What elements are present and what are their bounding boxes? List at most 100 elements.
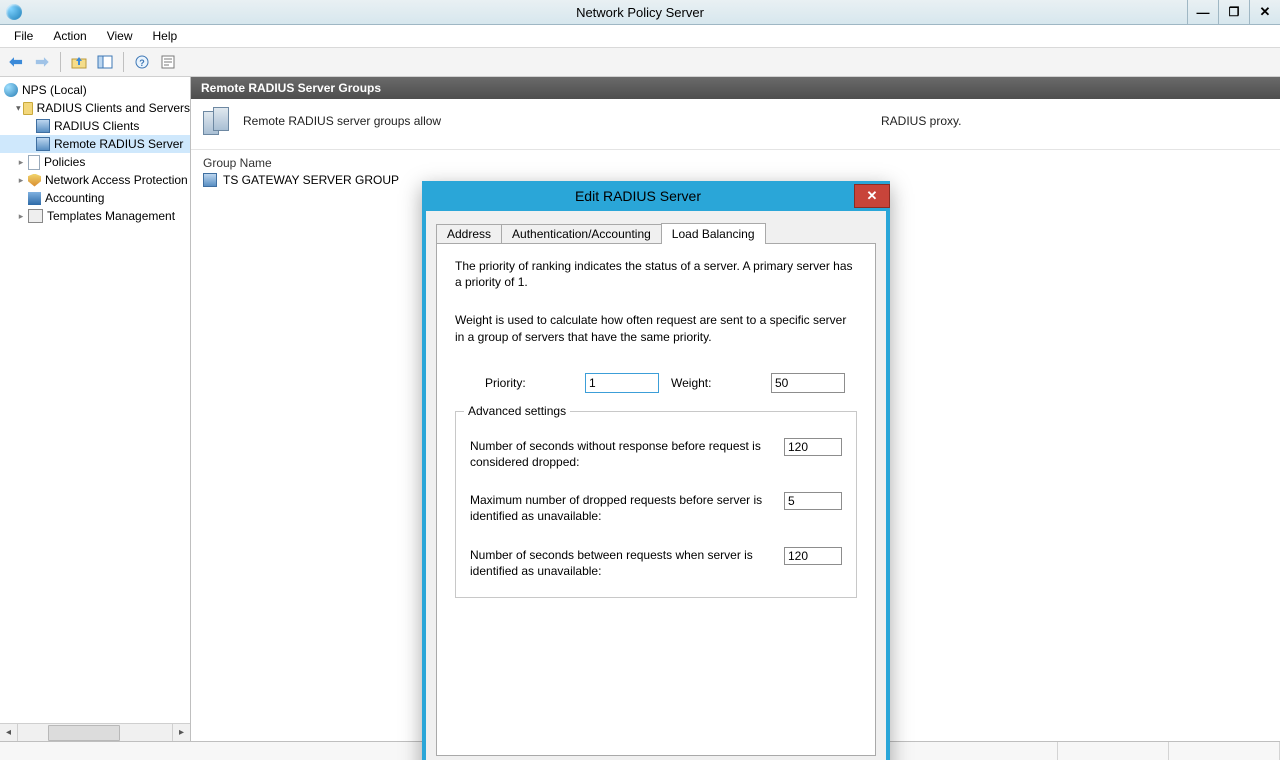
up-folder-icon [71, 54, 87, 70]
pane-icon [97, 54, 113, 70]
close-window-button[interactable]: ✕ [1249, 0, 1280, 24]
up-level-button[interactable] [67, 50, 91, 74]
help-button[interactable]: ? [130, 50, 154, 74]
close-icon: ✕ [867, 188, 878, 204]
status-cell-1 [1058, 742, 1169, 760]
accounting-icon [28, 192, 41, 205]
twisty-expanded-icon[interactable] [16, 103, 21, 113]
dialog-button-row: OK Cancel Apply [436, 756, 876, 760]
tree-node-policies[interactable]: Policies [0, 153, 190, 171]
toolbar-separator-2 [123, 52, 124, 72]
group-list-header[interactable]: Group Name [191, 150, 1280, 172]
tree-horizontal-scrollbar[interactable]: ◂ ▸ [0, 723, 190, 741]
globe-icon [4, 83, 18, 97]
scroll-track[interactable] [18, 724, 172, 741]
description-text-left: Remote RADIUS server groups allow [243, 114, 441, 128]
menubar: File Action View Help [0, 25, 1280, 48]
server-icon [203, 173, 217, 187]
menu-help[interactable]: Help [143, 27, 188, 45]
dialog-body: Address Authentication/Accounting Load B… [426, 211, 886, 760]
servers-icon [203, 107, 233, 135]
menu-file[interactable]: File [4, 27, 43, 45]
weight-label: Weight: [671, 376, 771, 390]
tree-node-radius-clients[interactable]: RADIUS Clients [0, 117, 190, 135]
window-controls: — ❐ ✕ [1187, 0, 1280, 24]
scroll-thumb[interactable] [48, 725, 120, 741]
tree-node-remote-groups[interactable]: Remote RADIUS Server [0, 135, 190, 153]
weight-description: Weight is used to calculate how often re… [455, 312, 857, 344]
tab-authentication-accounting[interactable]: Authentication/Accounting [501, 224, 662, 243]
tree-label: Remote RADIUS Server [54, 137, 183, 151]
tab-load-balancing[interactable]: Load Balancing [661, 223, 766, 244]
help-icon: ? [134, 54, 150, 70]
properties-button[interactable] [156, 50, 180, 74]
arrow-left-icon: ⬅ [9, 52, 22, 72]
tree-node-clients-servers[interactable]: RADIUS Clients and Servers [0, 99, 190, 117]
dialog-close-button[interactable]: ✕ [854, 184, 890, 208]
properties-icon [160, 54, 176, 70]
section-header: Remote RADIUS Server Groups [191, 77, 1280, 99]
advanced-settings-group: Advanced settings Number of seconds with… [455, 411, 857, 598]
priority-input[interactable] [585, 373, 659, 393]
tree-label: Network Access Protection [45, 173, 188, 187]
scroll-right-button[interactable]: ▸ [172, 724, 190, 741]
adv-row-max-dropped: Maximum number of dropped requests befor… [470, 492, 842, 524]
tree-label: Templates Management [47, 209, 175, 223]
toolbar-separator [60, 52, 61, 72]
app-icon [6, 4, 22, 20]
timeout-input[interactable] [784, 438, 842, 456]
menu-action[interactable]: Action [43, 27, 96, 45]
window-titlebar: Network Policy Server — ❐ ✕ [0, 0, 1280, 25]
tree-label: RADIUS Clients and Servers [37, 101, 190, 115]
tree-node-nap[interactable]: Network Access Protection [0, 171, 190, 189]
tree-label: RADIUS Clients [54, 119, 139, 133]
section-description: Remote RADIUS server groups allow RADIUS… [191, 99, 1280, 150]
tree-pane: NPS (Local) RADIUS Clients and Servers R… [0, 77, 191, 741]
tree-node-nps-root[interactable]: NPS (Local) [0, 81, 190, 99]
edit-radius-server-dialog: Edit RADIUS Server ✕ Address Authenticat… [422, 181, 890, 760]
tab-address[interactable]: Address [436, 224, 502, 243]
dialog-tabstrip: Address Authentication/Accounting Load B… [436, 221, 876, 243]
twisty-collapsed-icon[interactable] [16, 157, 26, 167]
shield-icon [28, 174, 41, 187]
server-icon [36, 137, 50, 151]
nav-tree[interactable]: NPS (Local) RADIUS Clients and Servers R… [0, 77, 190, 723]
back-button[interactable]: ⬅ [4, 50, 28, 74]
retry-interval-input[interactable] [784, 547, 842, 565]
scroll-left-button[interactable]: ◂ [0, 724, 18, 741]
folder-icon [23, 102, 32, 115]
arrow-right-icon: ➡ [35, 52, 48, 72]
status-cell-2 [1169, 742, 1280, 760]
maximize-button[interactable]: ❐ [1218, 0, 1249, 24]
work-area: NPS (Local) RADIUS Clients and Servers R… [0, 77, 1280, 741]
adv-row-retry-interval: Number of seconds between requests when … [470, 547, 842, 579]
show-hide-tree-button[interactable] [93, 50, 117, 74]
tree-node-accounting[interactable]: Accounting [0, 189, 190, 207]
max-dropped-input[interactable] [784, 492, 842, 510]
minimize-button[interactable]: — [1187, 0, 1218, 24]
twisty-collapsed-icon[interactable] [16, 175, 26, 185]
dialog-titlebar[interactable]: Edit RADIUS Server ✕ [422, 181, 890, 211]
dialog-title: Edit RADIUS Server [422, 188, 854, 204]
server-icon [36, 119, 50, 133]
templates-icon [28, 209, 43, 223]
toolbar: ⬅ ➡ ? [0, 48, 1280, 77]
tree-label: Accounting [45, 191, 104, 205]
weight-input[interactable] [771, 373, 845, 393]
advanced-settings-legend: Advanced settings [464, 404, 570, 418]
menu-view[interactable]: View [97, 27, 143, 45]
tree-label: NPS (Local) [22, 83, 87, 97]
document-icon [28, 155, 40, 170]
svg-text:?: ? [139, 58, 145, 68]
tree-label: Policies [44, 155, 85, 169]
timeout-label: Number of seconds without response befor… [470, 438, 784, 470]
group-name-cell: TS GATEWAY SERVER GROUP [223, 173, 399, 187]
max-dropped-label: Maximum number of dropped requests befor… [470, 492, 784, 524]
tab-page-load-balancing: The priority of ranking indicates the st… [436, 243, 876, 756]
window-title: Network Policy Server [576, 5, 704, 20]
tree-node-templates[interactable]: Templates Management [0, 207, 190, 225]
adv-row-timeout: Number of seconds without response befor… [470, 438, 842, 470]
forward-button[interactable]: ➡ [30, 50, 54, 74]
priority-weight-row: Priority: Weight: [485, 373, 857, 393]
twisty-collapsed-icon[interactable] [16, 211, 26, 221]
